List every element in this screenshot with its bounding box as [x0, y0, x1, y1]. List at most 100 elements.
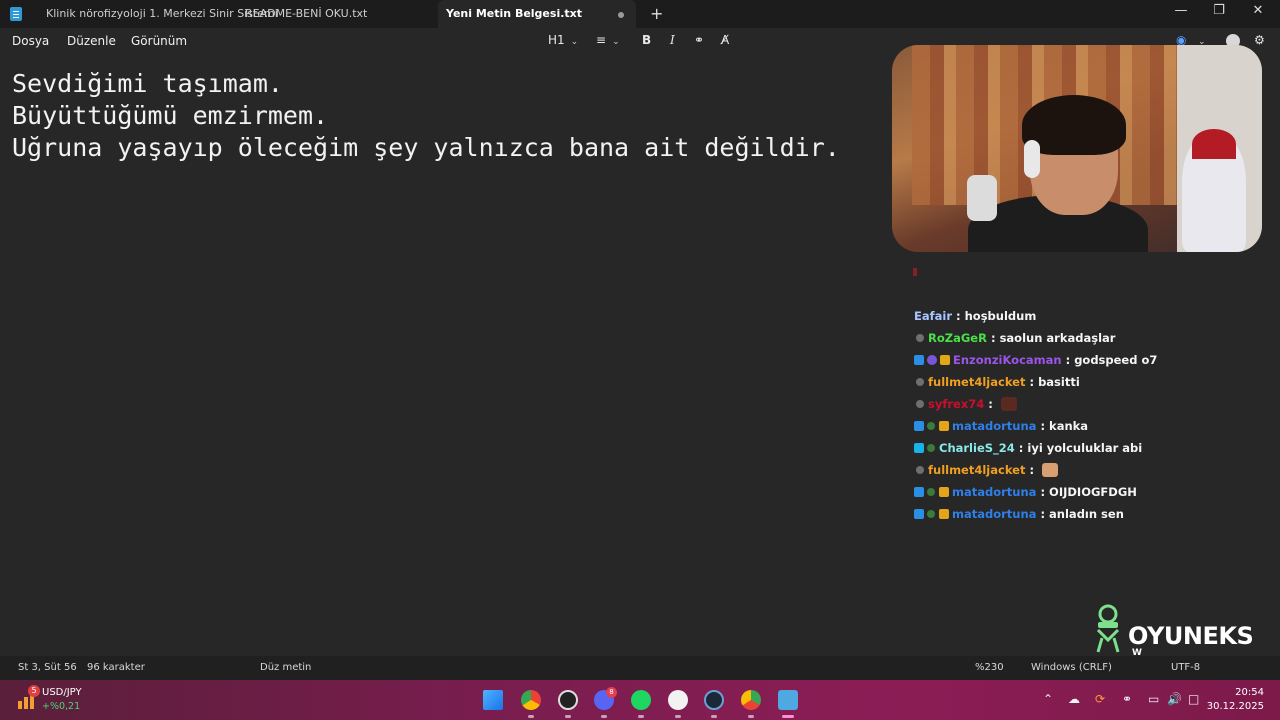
cyan-badge-icon: [914, 443, 924, 453]
tab-klinik-norofizyoloji[interactable]: Klinik nörofizyoloji 1. Merkezi Sinir Si…: [46, 0, 278, 28]
chat-username[interactable]: matadortuna: [952, 485, 1036, 499]
gold-badge-icon: [939, 421, 949, 431]
notepad-app-icon: [10, 7, 22, 21]
chevron-up-icon[interactable]: ⌃: [1043, 692, 1053, 706]
network-icon[interactable]: ▭: [1148, 692, 1159, 706]
chat-username[interactable]: matadortuna: [952, 419, 1036, 433]
menu-gorunum[interactable]: Görünüm: [131, 34, 187, 48]
running-indicator: [528, 715, 534, 718]
discord-badge: 8: [606, 687, 617, 698]
blue-badge-icon: [914, 421, 924, 431]
chat-separator: :: [1014, 441, 1028, 455]
oyuneks-mascot-icon: [1096, 604, 1120, 653]
microphone-icon[interactable]: ⚭: [1122, 692, 1132, 706]
ticker-name: USD/JPY: [42, 687, 82, 698]
status-bar: St 3, Süt 56 96 karakter Düz metin %230 …: [0, 656, 1280, 680]
gold-badge-icon: [939, 487, 949, 497]
italic-button[interactable]: I: [670, 33, 675, 47]
bold-button[interactable]: B: [642, 33, 651, 47]
chat-message: fullmet4ljacket : basitti: [914, 371, 1274, 393]
ticker-value: +%0,21: [42, 701, 81, 712]
title-bar: Klinik nörofizyoloji 1. Merkezi Sinir Si…: [0, 0, 1280, 28]
grey-badge-icon: [916, 334, 924, 342]
logo-text: OYUNEKS: [1128, 622, 1254, 650]
windows-start-icon[interactable]: [483, 690, 503, 710]
notepad-icon[interactable]: [778, 690, 798, 710]
blue-badge-icon: [914, 355, 924, 365]
chat-username[interactable]: RoZaGeR: [928, 331, 987, 345]
green-badge-icon: [927, 510, 935, 518]
chat-username[interactable]: EnzonziKocaman: [953, 353, 1062, 367]
grey-badge-icon: [916, 400, 924, 408]
spotify-icon[interactable]: [631, 690, 651, 710]
chat-emote-icon: [1042, 463, 1059, 477]
menu-dosya[interactable]: Dosya: [12, 34, 49, 48]
chat-separator: :: [1036, 507, 1050, 521]
running-indicator: [565, 715, 571, 718]
running-indicator: [601, 715, 607, 718]
menu-duzenle[interactable]: Düzenle: [67, 34, 116, 48]
chat-username[interactable]: fullmet4ljacket: [928, 463, 1025, 477]
heading-dropdown[interactable]: H1 ⌄: [548, 33, 578, 47]
tab-yeni-metin-belgesi-label: Yeni Metin Belgesi.txt: [446, 7, 583, 20]
chat-separator: :: [1036, 419, 1050, 433]
clock[interactable]: 20:54 30.12.2025: [1207, 686, 1264, 714]
lantern-decoration: [967, 175, 997, 221]
maximize-button[interactable]: ❐: [1204, 3, 1234, 18]
taskbar: 5 USD/JPY +%0,21 8 ⌃ ☁ ⟳ ⚭ ▭ 🔊 □ 20:54 3…: [0, 680, 1280, 720]
chat-message: RoZaGeR : saolun arkadaşlar: [914, 327, 1274, 349]
editor-line-1: Sevdiğimi taşımam.: [12, 69, 283, 98]
webcam-overlay: [892, 45, 1262, 252]
character-count: 96 karakter: [87, 662, 145, 673]
chat-message: matadortuna : kanka: [914, 415, 1274, 437]
chat-username[interactable]: syfrex74: [928, 397, 984, 411]
battery-icon[interactable]: □: [1188, 692, 1199, 706]
chat-text: basitti: [1038, 375, 1080, 389]
list-dropdown[interactable]: ≡ ⌄: [596, 33, 620, 47]
volume-icon[interactable]: 🔊: [1167, 692, 1182, 706]
purple-badge-icon: [927, 355, 937, 365]
chat-text: kanka: [1049, 419, 1089, 433]
zoom-level[interactable]: %230: [975, 662, 1004, 673]
running-indicator: [711, 715, 717, 718]
tab-yeni-metin-belgesi[interactable]: Yeni Metin Belgesi.txt: [438, 0, 636, 28]
sync-icon[interactable]: ⟳: [1095, 692, 1105, 706]
line-ending[interactable]: Windows (CRLF): [1031, 662, 1112, 673]
chrome-profile-icon[interactable]: [741, 690, 761, 710]
chat-message: syfrex74 :: [914, 393, 1274, 415]
chat-username[interactable]: matadortuna: [952, 507, 1036, 521]
clear-format-icon[interactable]: A̸: [721, 33, 729, 47]
chat-text: anladın sen: [1049, 507, 1124, 521]
link-icon[interactable]: ⚭: [694, 33, 704, 47]
text-format[interactable]: Düz metin: [260, 662, 311, 673]
chat-username[interactable]: CharlieS_24: [939, 441, 1015, 455]
green-badge-icon: [927, 444, 935, 452]
minimize-button[interactable]: —: [1166, 3, 1196, 18]
cloud-icon[interactable]: ☁: [1068, 692, 1080, 706]
chat-separator: :: [1036, 485, 1050, 499]
editor-line-3: Uğruna yaşayıp öleceğim şey yalnızca ban…: [12, 133, 840, 162]
green-badge-icon: [927, 488, 935, 496]
chat-separator: :: [986, 331, 1000, 345]
blue-badge-icon: [914, 509, 924, 519]
grey-badge-icon: [916, 466, 924, 474]
close-button[interactable]: ✕: [1243, 3, 1273, 18]
chat-username[interactable]: fullmet4ljacket: [928, 375, 1025, 389]
steelseries-icon[interactable]: [668, 690, 688, 710]
ticker-badge: 5: [28, 685, 40, 697]
chat-username[interactable]: Eafair: [914, 309, 952, 323]
chat-overlay: Eafair : hoşbuldum RoZaGeR : saolun arkad…: [914, 305, 1274, 525]
chat-separator: :: [1025, 463, 1039, 477]
heading-label: H1: [548, 33, 565, 47]
text-editor[interactable]: Sevdiğimi taşımam. Büyüttüğümü emzirmem.…: [12, 68, 840, 164]
encoding[interactable]: UTF-8: [1171, 662, 1200, 673]
gold-badge-icon: [940, 355, 950, 365]
chevron-down-icon: ⌄: [612, 37, 620, 47]
running-indicator: [638, 715, 644, 718]
chrome-icon[interactable]: [521, 690, 541, 710]
tab-readme[interactable]: README-BENİ OKU.txt: [245, 0, 367, 28]
new-tab-button[interactable]: +: [650, 4, 663, 23]
steam-icon[interactable]: [704, 690, 724, 710]
obs-icon[interactable]: [558, 690, 578, 710]
blue-badge-icon: [914, 487, 924, 497]
